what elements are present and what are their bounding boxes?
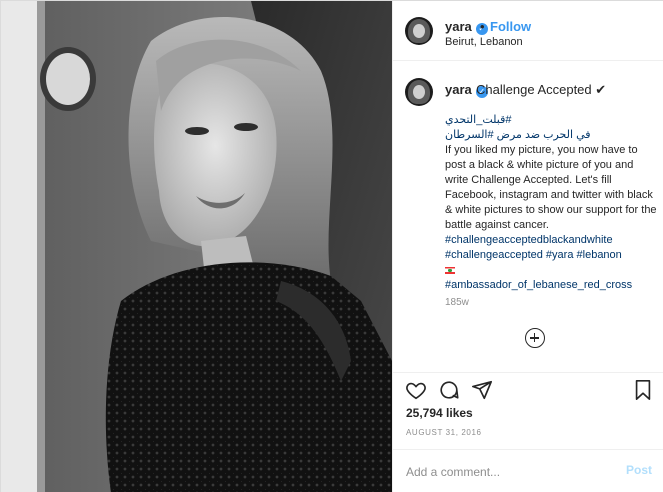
- post-photo[interactable]: [1, 1, 392, 492]
- caption-text: #قبلت_التحدي في الحرب ضد مرض #السرطان If…: [445, 113, 657, 293]
- post-comment-button[interactable]: Post: [626, 463, 652, 477]
- post-header: yara ✓ • Follow Beirut, Lebanon: [393, 1, 663, 61]
- comment-bar: Post: [393, 449, 663, 492]
- black-and-white-portrait: [1, 1, 392, 492]
- comments-section: yara ✓ Challenge Accepted ✔ #قبلت_التحدي …: [393, 62, 663, 372]
- post-date[interactable]: AUGUST 31, 2016: [406, 428, 482, 437]
- caption-username-text[interactable]: yara: [445, 82, 472, 97]
- comment-input[interactable]: [406, 462, 606, 482]
- caption-body: If you liked my picture, you now have to…: [445, 144, 657, 231]
- caption-author-avatar[interactable]: [405, 78, 433, 106]
- hashtag-link[interactable]: #ambassador_of_lebanese_red_cross: [445, 278, 657, 293]
- hashtag-link[interactable]: #yara: [546, 249, 574, 261]
- post-dialog: yara ✓ • Follow Beirut, Lebanon yara ✓ Cha…: [0, 0, 663, 492]
- separator-dot: •: [480, 19, 485, 34]
- hashtag-link[interactable]: #lebanon: [577, 249, 622, 261]
- likes-count[interactable]: 25,794 likes: [406, 406, 473, 420]
- hashtag-link[interactable]: #challengeacceptedblackandwhite: [445, 233, 657, 248]
- heart-icon[interactable]: [405, 379, 427, 401]
- post-location[interactable]: Beirut, Lebanon: [445, 36, 523, 48]
- comment-icon[interactable]: [438, 379, 460, 401]
- hashtag-link[interactable]: #challengeaccepted: [445, 249, 543, 261]
- author-avatar[interactable]: [405, 17, 433, 45]
- caption-title: Challenge Accepted ✔: [476, 82, 607, 97]
- lebanon-flag-icon: [445, 266, 455, 274]
- post-details-panel: yara ✓ • Follow Beirut, Lebanon yara ✓ Cha…: [392, 1, 663, 492]
- caption-age[interactable]: 185w: [445, 297, 469, 308]
- share-icon[interactable]: [471, 379, 493, 401]
- follow-button[interactable]: Follow: [490, 19, 531, 34]
- bookmark-icon[interactable]: [633, 379, 653, 401]
- hashtag-link[interactable]: #قبلت_التحدي: [445, 113, 657, 128]
- author-username-text[interactable]: yara: [445, 19, 472, 34]
- plus-circle-icon[interactable]: [525, 328, 545, 348]
- hashtag-link[interactable]: في الحرب ضد مرض #السرطان: [445, 128, 657, 143]
